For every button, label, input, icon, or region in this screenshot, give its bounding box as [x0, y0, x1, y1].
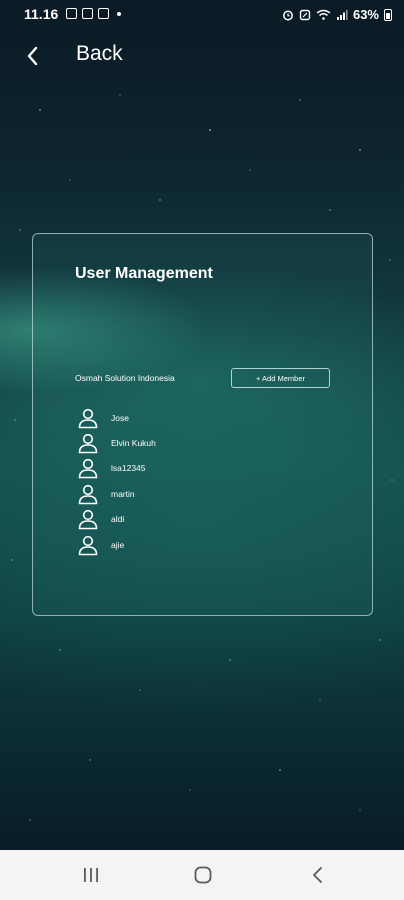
- list-item[interactable]: Jose: [77, 405, 357, 430]
- home-icon[interactable]: [194, 866, 212, 884]
- recents-icon[interactable]: [82, 867, 100, 883]
- member-name: lsa12345: [111, 463, 146, 474]
- list-item[interactable]: Elvin Kukuh: [77, 430, 357, 455]
- alarm-icon: [283, 10, 293, 20]
- system-status: 63%: [282, 7, 392, 22]
- battery-icon: [384, 8, 392, 21]
- app-screen: 11.16 63% Back User Management Osmah Sol…: [0, 0, 404, 850]
- list-item[interactable]: martin: [77, 481, 357, 506]
- user-management-card: User Management Osmah Solution Indonesia…: [32, 233, 373, 616]
- back-chevron-icon[interactable]: [310, 866, 326, 884]
- screen-notification-icon: [82, 8, 93, 19]
- arrow-left-icon[interactable]: [22, 44, 46, 68]
- user-icon: [78, 408, 98, 428]
- list-item[interactable]: ajie: [77, 532, 357, 557]
- member-name: aldi: [111, 514, 125, 525]
- system-navigation-bar: [0, 850, 404, 900]
- back-button[interactable]: Back: [76, 42, 123, 66]
- member-name: Elvin Kukuh: [111, 438, 156, 449]
- more-notifications-icon: [117, 12, 121, 16]
- organization-name: Osmah Solution Indonesia: [75, 373, 175, 383]
- shop-notification-icon: [98, 8, 109, 19]
- member-name: martin: [111, 488, 135, 499]
- user-icon: [78, 433, 98, 454]
- notification-icons: [66, 8, 121, 19]
- member-list: Jose Elvin Kukuh lsa12345 martin aldi aj…: [77, 405, 357, 557]
- gallery-notification-icon: [66, 8, 77, 19]
- battery-percentage: 63%: [352, 7, 379, 22]
- list-item[interactable]: aldi: [77, 507, 357, 532]
- member-name: ajie: [111, 539, 125, 550]
- user-icon: [78, 535, 98, 555]
- wifi-icon: [316, 9, 331, 20]
- nfc-icon: [299, 9, 311, 20]
- signal-icon: [336, 9, 348, 20]
- status-time: 11.16: [24, 6, 59, 22]
- top-navigation: Back: [0, 36, 404, 76]
- list-item[interactable]: lsa12345: [77, 456, 357, 481]
- user-icon: [78, 484, 98, 505]
- user-icon: [78, 459, 98, 479]
- page-title: User Management: [75, 265, 213, 282]
- member-name: Jose: [111, 412, 129, 423]
- user-icon: [78, 510, 98, 530]
- status-bar: 11.16 63%: [0, 0, 404, 30]
- add-member-button[interactable]: + Add Member: [231, 368, 330, 388]
